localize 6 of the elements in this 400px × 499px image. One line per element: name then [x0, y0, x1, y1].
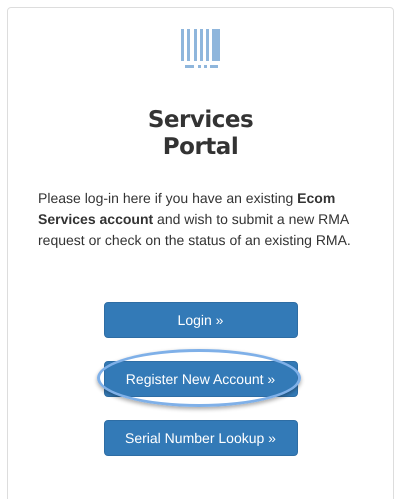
action-button[interactable]: Register New Account »	[104, 361, 298, 397]
portal-title: Services Portal	[146, 107, 254, 161]
intro-text: Please log-in here if you have an existing Ecom Services account and wish to submit a new RMA request or check on the status of an existing RMA.	[38, 189, 352, 250]
action-button[interactable]: Serial Number Lookup »	[104, 420, 298, 456]
action-button[interactable]: Login »	[104, 302, 298, 338]
barcode-icon	[180, 29, 220, 69]
